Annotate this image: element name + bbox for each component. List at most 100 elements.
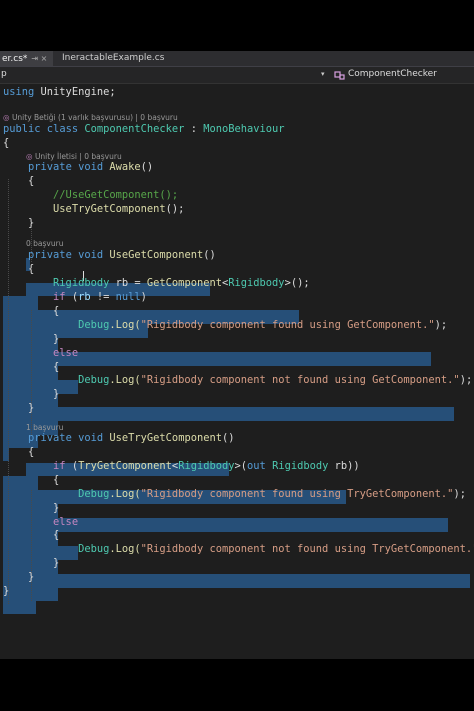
codelens-class[interactable]: ◎ Unity Betiği (1 varlık başvurusu) | 0 …	[3, 112, 178, 123]
code-line: if (TryGetComponent<Rigidbody>(out Rigid…	[3, 460, 360, 473]
code-line: {	[3, 446, 34, 459]
keyword: public	[3, 123, 41, 135]
chevron-down-icon[interactable]: ▾	[321, 70, 325, 78]
keyword: class	[40, 123, 85, 135]
code-line: }	[3, 217, 34, 230]
tab-bar: er.cs* ⇥ × IneractableExample.cs	[0, 51, 474, 67]
namespace: UnityEngine;	[34, 86, 116, 98]
code-line: Debug.Log("Rigidbody component not found…	[3, 374, 472, 387]
type: Debug	[78, 319, 110, 331]
class-icon	[334, 71, 345, 80]
tab-ineractable-example[interactable]: IneractableExample.cs	[56, 51, 170, 66]
keyword: void	[71, 432, 110, 444]
codelens-text: 1 başvuru	[26, 423, 64, 432]
string: "Rigidbody component not found using Try…	[140, 543, 474, 555]
brace: {	[28, 263, 35, 275]
keyword: void	[71, 249, 110, 261]
type: Debug	[78, 543, 110, 555]
method-name: UseTryGetComponent	[109, 432, 222, 444]
method-call: .Log(	[109, 543, 141, 555]
colon: :	[184, 123, 204, 135]
method-name: Awake	[109, 161, 141, 173]
keyword: null	[115, 291, 141, 303]
brace: }	[53, 557, 60, 569]
code-line: private void UseGetComponent()	[3, 249, 216, 262]
codelens-text: Unity İletisi | 0 başvuru	[34, 152, 122, 161]
method-call: .Log(	[109, 488, 141, 500]
brace: }	[28, 402, 35, 414]
codelens-use[interactable]: 0 başvuru	[26, 238, 63, 249]
code-line: }	[3, 585, 9, 598]
method-call: TryGetComponent	[78, 460, 172, 472]
code-line: {	[3, 361, 59, 374]
punct: >(	[234, 460, 248, 472]
method-call: .Log(	[109, 374, 141, 386]
keyword: out	[247, 460, 266, 472]
type: Debug	[78, 488, 110, 500]
code-line: Debug.Log("Rigidbody component found usi…	[3, 488, 466, 501]
code-line: }	[3, 571, 34, 584]
brace: }	[28, 571, 35, 583]
brace: }	[3, 585, 10, 597]
keyword: if	[53, 460, 66, 472]
code-line: }	[3, 557, 59, 570]
code-line: }	[3, 333, 59, 346]
code-line: {	[3, 175, 34, 188]
brace: }	[53, 333, 60, 345]
selection-highlight	[3, 574, 470, 588]
method-call: .Log(	[109, 319, 141, 331]
code-line: //UseGetComponent();	[3, 189, 178, 202]
tab-label: IneractableExample.cs	[62, 53, 165, 63]
keyword: else	[53, 516, 79, 528]
punct: );	[459, 374, 473, 386]
base-class: MonoBehaviour	[203, 123, 285, 135]
brace: {	[3, 137, 10, 149]
brace: {	[53, 529, 60, 541]
keyword: private	[28, 161, 72, 173]
brace: {	[28, 446, 35, 458]
method-call: UseTryGetComponent	[53, 203, 166, 215]
code-line: }	[3, 402, 34, 415]
code-line: {	[3, 474, 59, 487]
code-line: private void Awake()	[3, 161, 153, 174]
member-dropdown[interactable]: ComponentChecker	[348, 69, 437, 79]
brace: {	[53, 305, 60, 317]
keyword: if	[53, 291, 66, 303]
punct: rb))	[328, 460, 360, 472]
navigation-bar: p ▾ ComponentChecker	[0, 67, 474, 84]
type: Debug	[78, 374, 110, 386]
method-name: UseGetComponent	[109, 249, 204, 261]
code-line: {	[3, 137, 9, 150]
project-dropdown[interactable]: p	[1, 69, 7, 79]
pin-close-icon[interactable]: ⇥ ×	[31, 54, 47, 63]
keyword: else	[53, 347, 79, 359]
tab-component-checker[interactable]: er.cs* ⇥ ×	[0, 51, 54, 66]
code-line: UseTryGetComponent();	[3, 203, 184, 216]
code-line: public class ComponentChecker : MonoBeha…	[3, 123, 285, 136]
type: Rigidbody	[53, 277, 110, 289]
keyword: void	[71, 161, 110, 173]
string: "Rigidbody component found using TryGetC…	[140, 488, 454, 500]
code-line: if (rb != null)	[3, 291, 147, 304]
type: Rigidbody	[178, 460, 235, 472]
keyword: using	[3, 86, 35, 98]
keyword: private	[28, 249, 72, 261]
brace: }	[53, 502, 60, 514]
parens: ()	[203, 249, 216, 261]
brace: {	[53, 474, 60, 486]
code-editor[interactable]: er.cs* ⇥ × IneractableExample.cs p ▾ Comp…	[0, 51, 474, 659]
punct: (	[65, 460, 79, 472]
operator: !=	[90, 291, 116, 303]
code-line: Debug.Log("Rigidbody component not found…	[3, 543, 474, 556]
var: rb =	[109, 277, 147, 289]
code-line: }	[3, 502, 59, 515]
code-line: Debug.Log("Rigidbody component found usi…	[3, 319, 447, 332]
string: "Rigidbody component found using GetComp…	[140, 319, 435, 331]
code-line: else	[3, 347, 78, 360]
code-area[interactable]: using UnityEngine; ◎ Unity Betiği (1 var…	[0, 84, 474, 659]
class-name: ComponentChecker	[84, 123, 185, 135]
tab-label: er.cs*	[2, 54, 28, 64]
parens: ()	[140, 161, 154, 173]
parens: ()	[221, 432, 235, 444]
punct: );	[434, 319, 448, 331]
